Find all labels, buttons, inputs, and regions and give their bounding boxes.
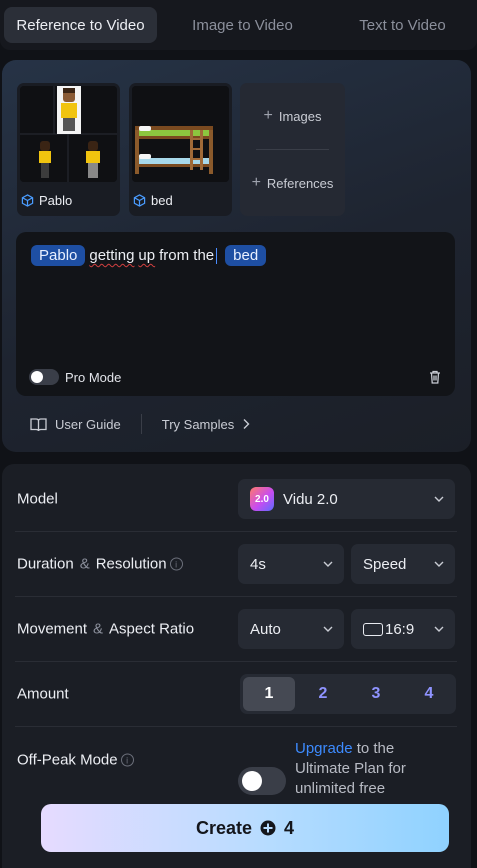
reference-thumbnail-bed [132, 86, 229, 182]
plus-icon: + [263, 107, 273, 124]
movement-ratio-label: Movement & Aspect Ratio [17, 620, 195, 638]
model-value: Vidu 2.0 [283, 490, 338, 508]
divider [140, 414, 142, 434]
model-row: Model 2.0 Vidu 2.0 [15, 467, 457, 532]
upgrade-link[interactable]: Upgrade [295, 740, 353, 757]
info-icon[interactable]: i [120, 753, 134, 767]
reference-label-pablo: Pablo [21, 193, 72, 208]
tab-reference-to-video[interactable]: Reference to Video [4, 7, 157, 43]
movement-select[interactable]: Auto [238, 609, 344, 649]
resolution-value: Speed [363, 555, 407, 573]
duration-resolution-label: Duration & Resolution i [17, 556, 183, 573]
chevron-down-icon [434, 626, 444, 632]
amount-label: Amount [17, 685, 69, 703]
amount-row: Amount 1 2 3 4 [15, 662, 457, 727]
chevron-down-icon [434, 561, 444, 567]
resolution-select[interactable]: Speed [351, 544, 455, 584]
movement-ratio-row: Movement & Aspect Ratio Auto 16:9 [15, 597, 457, 662]
movement-value: Auto [250, 620, 281, 638]
pro-mode-label: Pro Mode [65, 369, 122, 385]
prompt-word: up [138, 247, 156, 264]
cube-icon [21, 194, 34, 207]
reference-thumbnail-pablo [20, 86, 117, 182]
duration-resolution-row: Duration & Resolution i 4s Speed [15, 532, 457, 597]
chevron-down-icon [434, 496, 444, 502]
aspect-ratio-select[interactable]: 16:9 [351, 609, 455, 649]
prompt-text: Pablo getting up from the bed [31, 245, 267, 266]
amount-option-1[interactable]: 1 [243, 677, 295, 711]
off-peak-label: Off-Peak Mode i [17, 752, 134, 769]
off-peak-toggle[interactable] [238, 767, 286, 795]
aspect-ratio-value: 16:9 [385, 620, 415, 638]
reference-card-pablo[interactable]: Pablo [17, 83, 120, 216]
add-reference-card: + Images + References [240, 83, 345, 216]
prompt-word: from the [159, 247, 215, 264]
add-images-button[interactable]: + Images [240, 107, 345, 125]
prompt-chip-pablo[interactable]: Pablo [31, 245, 86, 266]
off-peak-row: Off-Peak Mode i Upgrade to the Ultimate … [15, 727, 457, 807]
duration-select[interactable]: 4s [238, 544, 344, 584]
off-peak-upgrade-text: Upgrade to the Ultimate Plan for unlimit… [295, 739, 445, 799]
prompt-input[interactable]: Pablo getting up from the bed Pro Mode [16, 232, 455, 396]
add-references-label: References [266, 175, 334, 191]
book-icon [30, 417, 47, 431]
pablo-character-image [20, 86, 117, 182]
user-guide-link[interactable]: User Guide [30, 417, 121, 432]
model-label: Model [17, 490, 58, 508]
vidu-logo-icon: 2.0 [250, 487, 274, 511]
reference-panel: Pablo bed + Images + References Pablo ge… [2, 60, 471, 452]
prompt-chip-bed[interactable]: bed [225, 245, 267, 266]
add-images-label: Images [278, 108, 322, 124]
divider [256, 149, 329, 150]
toggle-knob [31, 371, 43, 383]
cube-icon [133, 194, 146, 207]
try-samples-label: Try Samples [161, 416, 235, 432]
create-button[interactable]: Create 4 [41, 804, 449, 852]
toggle-knob [242, 771, 262, 791]
chevron-down-icon [323, 561, 333, 567]
try-samples-link[interactable]: Try Samples [162, 417, 250, 432]
pro-mode-control: Pro Mode [29, 369, 121, 385]
model-select[interactable]: 2.0 Vidu 2.0 [238, 479, 455, 519]
bunk-bed-image [132, 86, 229, 182]
create-label: Create [195, 817, 252, 838]
reference-label-bed: bed [133, 193, 173, 208]
amount-selector: 1 2 3 4 [240, 674, 456, 714]
aspect-ratio-icon [363, 622, 383, 636]
credit-icon [260, 820, 276, 836]
amount-option-4[interactable]: 4 [403, 677, 455, 711]
credit-count: 4 [284, 817, 295, 838]
duration-value: 4s [250, 555, 266, 573]
pro-mode-toggle[interactable] [29, 369, 59, 385]
help-links: User Guide Try Samples [30, 414, 250, 434]
tab-image-to-video[interactable]: Image to Video [166, 7, 319, 43]
chevron-right-icon [243, 419, 250, 429]
amount-option-3[interactable]: 3 [350, 677, 402, 711]
tab-text-to-video[interactable]: Text to Video [326, 7, 477, 43]
reference-card-bed[interactable]: bed [129, 83, 232, 216]
chevron-down-icon [323, 626, 333, 632]
mode-tabs: Reference to Video Image to Video Text t… [0, 0, 477, 50]
add-references-button[interactable]: + References [240, 174, 345, 192]
reference-name: Pablo [39, 193, 73, 208]
reference-name: bed [151, 193, 173, 208]
trash-icon[interactable] [427, 369, 443, 385]
prompt-word: getting [89, 247, 135, 264]
info-icon[interactable]: i [169, 557, 183, 571]
plus-icon: + [251, 174, 261, 191]
amount-option-2[interactable]: 2 [297, 677, 349, 711]
text-caret [216, 247, 218, 264]
user-guide-label: User Guide [55, 416, 121, 432]
